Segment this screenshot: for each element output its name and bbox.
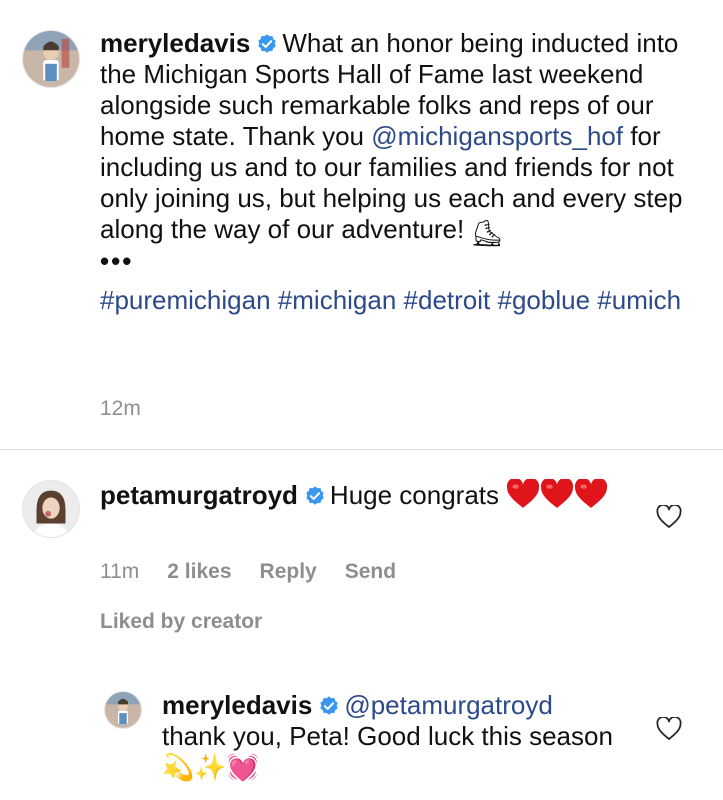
like-reply-heart-icon[interactable] [656, 717, 682, 741]
verified-badge-icon [256, 33, 278, 55]
caption-username[interactable]: meryledavis [100, 28, 250, 58]
hashtag-link[interactable]: #puremichigan [100, 285, 271, 315]
comment-likes-link[interactable]: 2 likes [167, 560, 231, 583]
red-heart-icon [506, 479, 540, 509]
red-heart-icon [574, 479, 608, 509]
hashtag-list: #puremichigan #michigan #detroit #goblue… [100, 285, 700, 316]
reply-avatar[interactable] [104, 691, 142, 729]
reply-button[interactable]: Reply [260, 560, 317, 583]
avatar-image [23, 31, 79, 87]
sparkle-emoji-icons: 💫✨💓 [162, 752, 260, 782]
caption-text: meryledavis What an honor being inducted … [100, 28, 700, 316]
hashtag-link[interactable]: #detroit [404, 285, 491, 315]
avatar-image [105, 692, 141, 728]
reply-mention-link[interactable]: @petamurgatroyd [344, 690, 553, 720]
divider [0, 449, 723, 450]
liked-by-creator-label: Liked by creator [100, 610, 263, 633]
comment-username[interactable]: petamurgatroyd [100, 480, 298, 510]
comment-timestamp: 11m [100, 560, 140, 583]
verified-badge-icon [304, 485, 326, 507]
caption-timestamp: 12m [100, 397, 141, 420]
verified-badge-icon [318, 695, 340, 717]
hashtag-link[interactable]: #goblue [498, 285, 591, 315]
caption-mention-link[interactable]: @michigansports_hof [371, 121, 623, 151]
comment-body-text: Huge congrats [329, 480, 500, 510]
reply-body-text: thank you, Peta! Good luck this season [162, 721, 613, 751]
avatar-image [23, 481, 79, 537]
comment-meta: 11m 2 likes Reply Send [100, 560, 424, 584]
more-dots[interactable]: ••• [100, 248, 700, 274]
caption-avatar[interactable] [22, 30, 80, 88]
hashtag-link[interactable]: #umich [597, 285, 681, 315]
like-comment-heart-icon[interactable] [656, 505, 682, 529]
hashtag-link[interactable]: #michigan [278, 285, 397, 315]
comment-avatar[interactable] [22, 480, 80, 538]
reply-username[interactable]: meryledavis [162, 690, 312, 720]
ice-skate-icon: ⛸ [470, 218, 504, 248]
send-button[interactable]: Send [345, 560, 396, 583]
reply-text: meryledavis @petamurgatroyd thank you, Pe… [162, 690, 632, 783]
comment-text: petamurgatroyd Huge congrats [100, 478, 630, 512]
red-heart-icon [540, 479, 574, 509]
